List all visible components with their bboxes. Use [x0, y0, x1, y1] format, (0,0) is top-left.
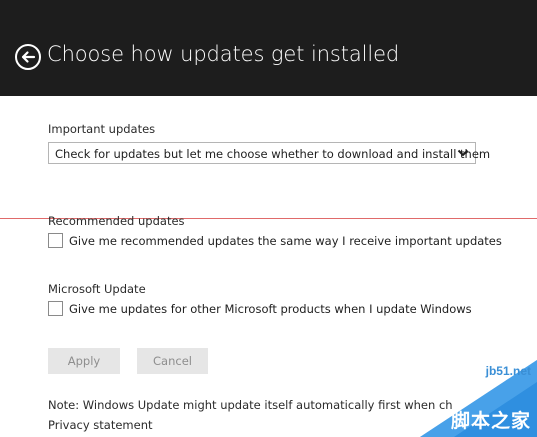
watermark: jb51.net 脚本之家 — [420, 360, 537, 437]
apply-button[interactable]: Apply — [48, 348, 120, 374]
important-updates-label: Important updates — [48, 122, 156, 136]
recommended-updates-checkbox-label: Give me recommended updates the same way… — [69, 234, 502, 248]
watermark-site-text: jb51.net — [485, 364, 531, 378]
chevron-down-icon — [457, 149, 469, 157]
microsoft-update-checkbox[interactable] — [48, 301, 63, 316]
back-button[interactable] — [14, 43, 42, 71]
page-title: Choose how updates get installed — [47, 42, 400, 66]
watermark-brand-text: 脚本之家 — [450, 410, 531, 432]
microsoft-update-label: Microsoft Update — [48, 282, 146, 296]
microsoft-update-checkbox-label: Give me updates for other Microsoft prod… — [69, 302, 472, 316]
recommended-updates-label: Recommended updates — [48, 214, 185, 228]
privacy-statement-link[interactable]: Privacy statement — [48, 418, 153, 432]
cancel-button[interactable]: Cancel — [137, 348, 208, 374]
title-bar: Choose how updates get installed — [0, 0, 537, 96]
recommended-updates-checkbox[interactable] — [48, 233, 63, 248]
update-note: Note: Windows Update might update itself… — [48, 398, 453, 412]
back-arrow-icon — [15, 44, 41, 70]
important-updates-dropdown[interactable]: Check for updates but let me choose whet… — [48, 142, 490, 164]
dropdown-selected-value: Check for updates but let me choose whet… — [55, 147, 491, 161]
